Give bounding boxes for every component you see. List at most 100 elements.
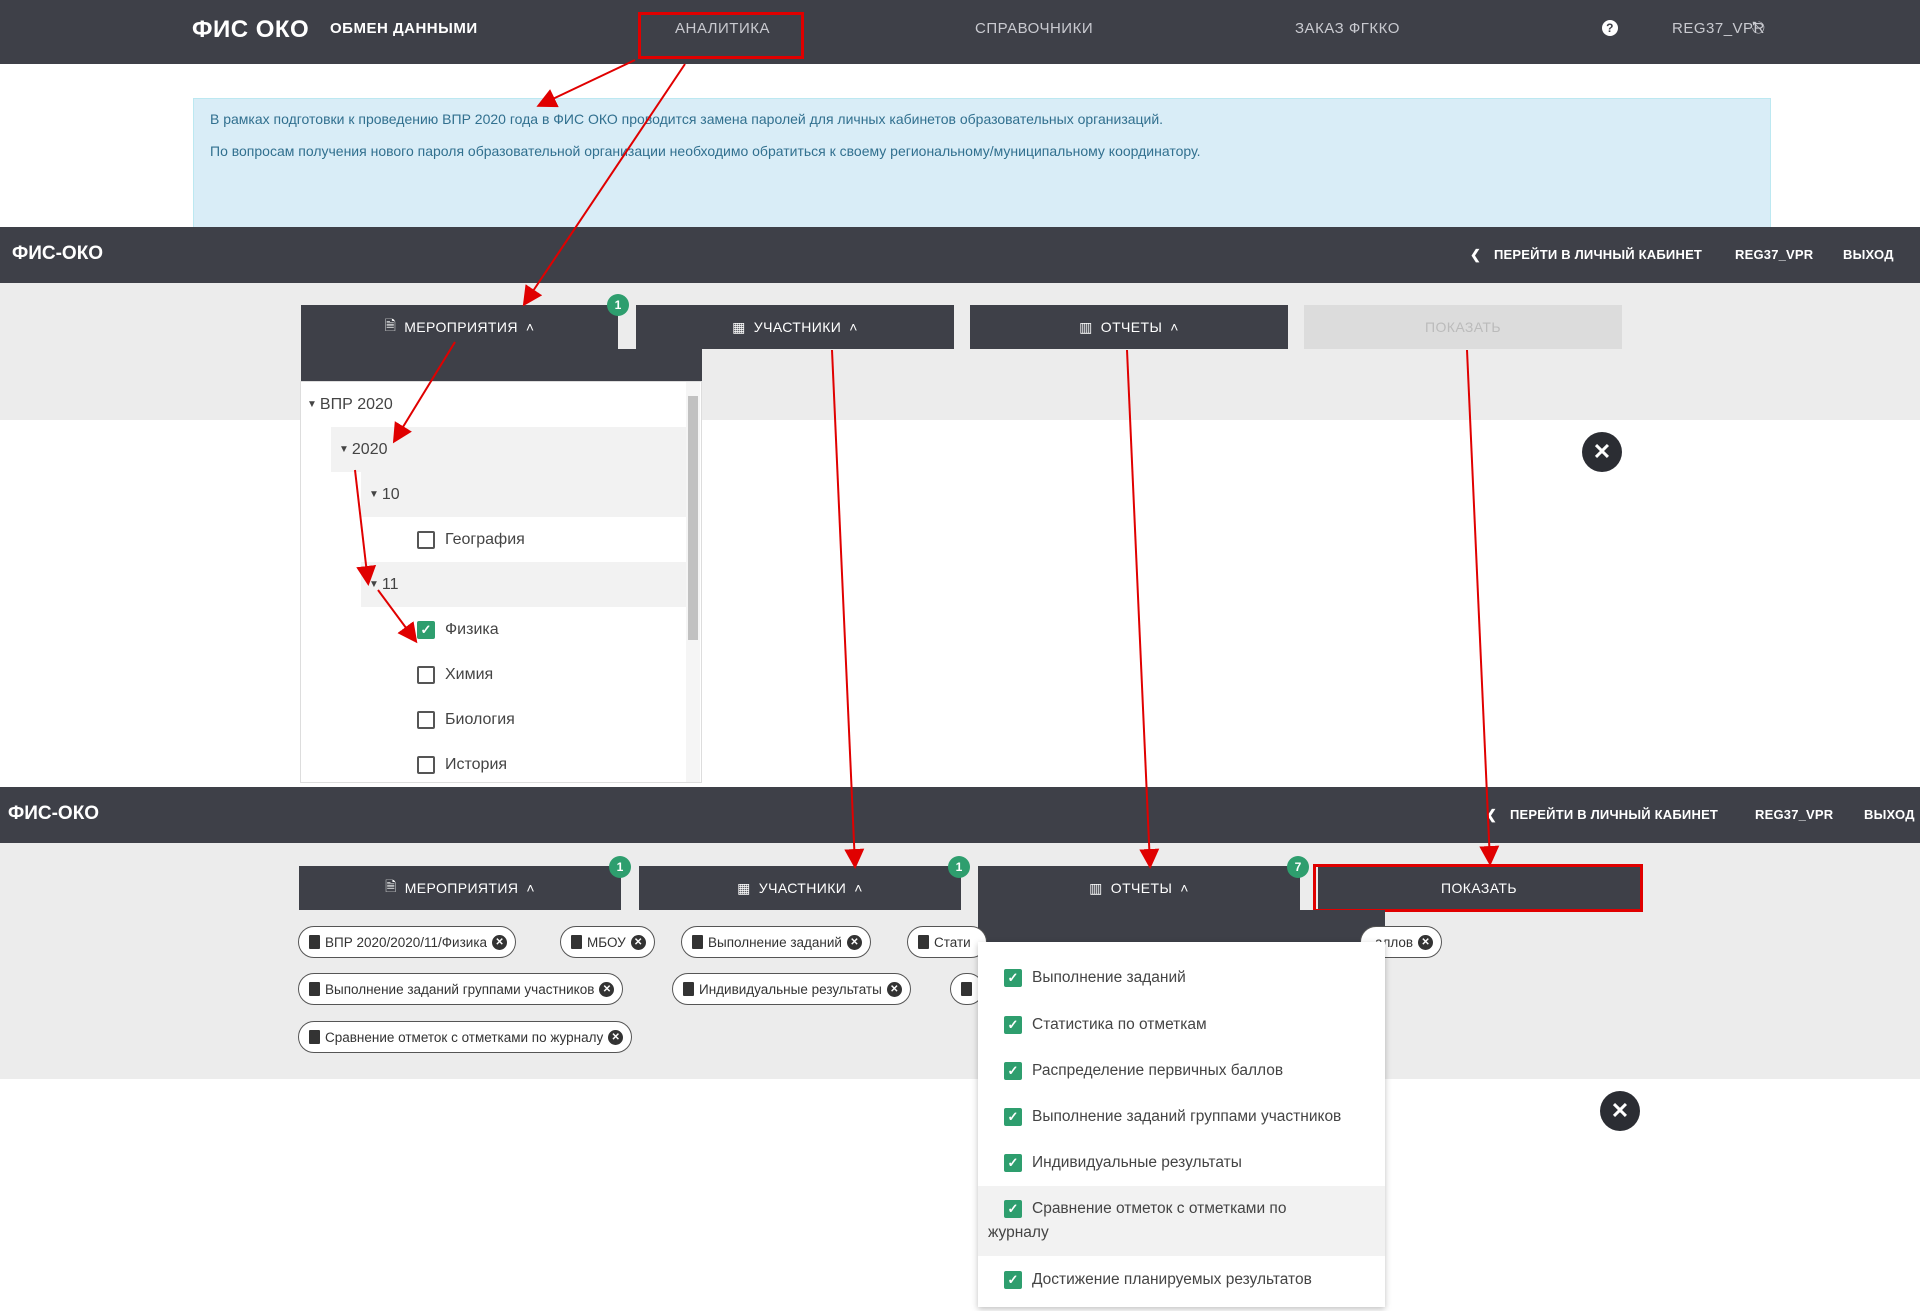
- remove-chip-icon[interactable]: ✕: [599, 981, 615, 997]
- highlight-analytics: [638, 12, 804, 59]
- document-icon: [961, 982, 972, 996]
- tab-reports[interactable]: ▥ ОТЧЕТЫ ˄: [970, 305, 1288, 349]
- remove-chip-icon[interactable]: ✕: [630, 934, 646, 950]
- app-header-1: ФИС-ОКО ❮ ПЕРЕЙТИ В ЛИЧНЫЙ КАБИНЕТ REG37…: [0, 227, 1920, 283]
- chevron-up-icon: ˄: [526, 880, 535, 896]
- chip-event[interactable]: ВПР 2020/2020/11/Физика ✕: [298, 926, 517, 958]
- chevron-up-icon: ˄: [854, 880, 863, 896]
- app-logo[interactable]: ФИС-ОКО: [12, 243, 103, 265]
- checkbox-checked[interactable]: ✓: [1004, 1154, 1022, 1172]
- checkbox[interactable]: [417, 755, 435, 774]
- events-count-badge: 1: [609, 856, 631, 878]
- checkbox[interactable]: [417, 710, 435, 729]
- tab-events[interactable]: 🗎 МЕРОПРИЯТИЯ ˄: [299, 866, 621, 910]
- nav-directories[interactable]: СПРАВОЧНИКИ: [975, 20, 1093, 37]
- reports-dropdown-header: [978, 910, 1385, 943]
- close-icon[interactable]: ✕: [1600, 1091, 1640, 1131]
- report-option[interactable]: ✓ Выполнение заданий группами участников: [978, 1094, 1385, 1140]
- tab-participants[interactable]: ▦ УЧАСТНИКИ ˄: [639, 866, 961, 910]
- nav-data-exchange[interactable]: ОБМЕН ДАННЫМИ: [330, 20, 478, 37]
- chip-report[interactable]: Выполнение заданий группами участников ✕: [298, 973, 624, 1005]
- chip-participant[interactable]: МБОУ ✕: [560, 926, 655, 958]
- brand-logo[interactable]: ФИС ОКО: [192, 16, 309, 44]
- tab-events[interactable]: 🗎 МЕРОПРИЯТИЯ ˄: [301, 305, 618, 349]
- logout-link[interactable]: ВЫХОД: [1864, 807, 1915, 822]
- close-icon[interactable]: ✕: [1582, 432, 1622, 472]
- report-option[interactable]: ✓ Сравнение отметок с отметками по журнал…: [978, 1186, 1385, 1256]
- checkbox-checked[interactable]: ✓: [1004, 1108, 1022, 1126]
- checkbox-checked[interactable]: ✓: [1004, 1200, 1022, 1218]
- remove-chip-icon[interactable]: ✕: [846, 934, 862, 950]
- tree-node-2020[interactable]: ▼ 2020: [331, 427, 687, 472]
- checkbox[interactable]: [417, 530, 435, 549]
- header-user[interactable]: REG37_VPR: [1735, 247, 1813, 262]
- report-option-wrap: журналу: [988, 1224, 1049, 1241]
- checkbox-checked[interactable]: ✓: [1004, 1062, 1022, 1080]
- caret-down-icon[interactable]: ▼: [339, 444, 349, 455]
- events-tree: ▼ ВПР 2020 ▼ 2020 ▼ 10 География ▼ 11 ✓ Физик…: [300, 381, 702, 783]
- remove-chip-icon[interactable]: ✕: [608, 1029, 624, 1045]
- participants-count-badge: 1: [948, 856, 970, 878]
- caret-down-icon[interactable]: ▼: [307, 399, 317, 410]
- app-logo[interactable]: ФИС-ОКО: [8, 803, 99, 825]
- tree-node-11[interactable]: ▼ 11: [361, 562, 687, 607]
- checkbox-checked[interactable]: ✓: [1004, 1271, 1022, 1289]
- document-icon: [309, 982, 320, 996]
- alert-line-2: По вопросам получения нового пароля обра…: [210, 143, 1201, 159]
- tree-leaf-biology[interactable]: Биология: [301, 697, 687, 742]
- report-option[interactable]: ✓ Выполнение заданий: [978, 942, 1385, 1002]
- report-option[interactable]: ✓ Статистика по отметкам: [978, 1002, 1385, 1048]
- remove-chip-icon[interactable]: ✕: [1418, 934, 1434, 950]
- nav-user[interactable]: REG37_VPR: [1672, 20, 1765, 37]
- back-circle-icon[interactable]: ❮: [1470, 247, 1481, 263]
- tree-scrollbar[interactable]: [686, 382, 700, 782]
- alert-line-1: В рамках подготовки к проведению ВПР 202…: [210, 111, 1164, 127]
- cabinet-link[interactable]: ПЕРЕЙТИ В ЛИЧНЫЙ КАБИНЕТ: [1510, 807, 1718, 822]
- chip-report[interactable]: Индивидуальные результаты ✕: [672, 973, 911, 1005]
- tree-leaf-history[interactable]: История: [301, 742, 687, 787]
- nav-order-fgkko[interactable]: ЗАКАЗ ФГККО: [1295, 20, 1400, 37]
- cabinet-link[interactable]: ПЕРЕЙТИ В ЛИЧНЫЙ КАБИНЕТ: [1494, 247, 1702, 262]
- header-user[interactable]: REG37_VPR: [1755, 807, 1833, 822]
- chevron-up-icon: ˄: [1180, 880, 1189, 896]
- chevron-up-icon: ˄: [1170, 319, 1179, 335]
- logout-link[interactable]: ВЫХОД: [1843, 247, 1894, 262]
- scrollbar-thumb[interactable]: [688, 396, 698, 640]
- report-option[interactable]: ✓ Индивидуальные результаты: [978, 1140, 1385, 1186]
- arrow: [1466, 349, 1500, 866]
- question-circle-icon[interactable]: ?: [1602, 20, 1618, 36]
- tree-node-10[interactable]: ▼ 10: [361, 472, 687, 517]
- document-icon: [309, 935, 320, 949]
- filter-panel-1: [0, 283, 1920, 420]
- tree-leaf-chemistry[interactable]: Химия: [301, 652, 687, 697]
- tree-leaf-geography[interactable]: География: [301, 517, 687, 562]
- document-icon: [309, 1030, 320, 1044]
- report-option[interactable]: ✓ Распределение первичных баллов: [978, 1048, 1385, 1094]
- caret-down-icon[interactable]: ▼: [369, 579, 379, 590]
- highlight-show-button: [1313, 864, 1643, 912]
- back-circle-icon[interactable]: ❮: [1486, 807, 1497, 823]
- checkbox-checked[interactable]: ✓: [417, 620, 435, 639]
- checkbox[interactable]: [417, 665, 435, 684]
- remove-chip-icon[interactable]: ✕: [492, 934, 508, 950]
- tree-node-vpr2020[interactable]: ▼ ВПР 2020: [307, 382, 687, 427]
- checkbox-checked[interactable]: ✓: [1004, 969, 1022, 987]
- report-option[interactable]: ✓ Достижение планируемых результатов: [978, 1256, 1385, 1304]
- caret-down-icon[interactable]: ▼: [369, 489, 379, 500]
- tree-leaf-physics[interactable]: ✓ Физика: [301, 607, 687, 652]
- tab-reports-open[interactable]: ▥ ОТЧЕТЫ ˄: [978, 866, 1300, 910]
- events-dropdown-header: [301, 349, 702, 382]
- checkbox-checked[interactable]: ✓: [1004, 1016, 1022, 1034]
- show-button-disabled[interactable]: ПОКАЗАТЬ: [1304, 305, 1622, 349]
- file-icon: 🗎: [385, 878, 397, 894]
- logout-icon[interactable]: ⎋: [1752, 20, 1765, 38]
- chip-report[interactable]: Сравнение отметок с отметками по журналу…: [298, 1021, 633, 1053]
- chip-report-partial[interactable]: Стати: [907, 926, 987, 958]
- tab-participants[interactable]: ▦ УЧАСТНИКИ ˄: [636, 305, 954, 349]
- remove-chip-icon[interactable]: ✕: [886, 981, 902, 997]
- bar-chart-icon: ▥: [1079, 318, 1093, 335]
- document-icon: [571, 935, 582, 949]
- reports-count-badge: 7: [1287, 856, 1309, 878]
- chip-report[interactable]: Выполнение заданий ✕: [681, 926, 871, 958]
- building-icon: ▦: [732, 318, 746, 335]
